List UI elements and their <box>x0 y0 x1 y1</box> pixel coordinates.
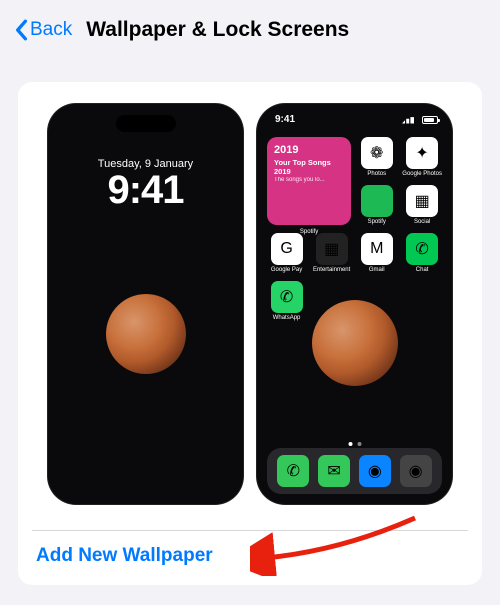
page-dots <box>348 442 361 446</box>
app-label: WhatsApp <box>273 315 301 321</box>
safari-icon: ◉ <box>359 455 391 487</box>
google-pay-icon: G <box>271 233 303 265</box>
app-photos: ❁ Photos <box>357 137 396 177</box>
spotify-icon <box>361 185 393 217</box>
chevron-left-icon <box>14 19 28 41</box>
camera-icon: ◉ <box>400 455 432 487</box>
widget-app-label: Spotify <box>300 229 318 235</box>
app-label: Chat <box>416 267 429 273</box>
app-google-pay: G Google Pay <box>267 233 306 273</box>
app-label: Google Photos <box>402 171 442 177</box>
app-whatsapp: ✆ WhatsApp <box>267 281 306 321</box>
signal-icon <box>402 116 414 124</box>
dynamic-island <box>116 115 176 132</box>
chat-icon: ✆ <box>406 233 438 265</box>
widget-title: Your Top Songs 2019 <box>274 158 344 176</box>
app-label: Social <box>414 219 430 225</box>
app-google-photos: ✦ Google Photos <box>402 137 442 177</box>
app-social: ▦ Social <box>402 185 442 225</box>
add-new-wallpaper-button[interactable]: Add New Wallpaper <box>32 531 468 567</box>
entertainment-folder-icon: ▦ <box>316 233 348 265</box>
home-screen-preview[interactable]: 9:41 2019 Your Top Songs 2019 The songs … <box>257 104 452 504</box>
app-label: Spotify <box>368 219 386 225</box>
widget-subtitle: The songs you lo... <box>274 177 344 183</box>
app-entertainment: ▦ Entertainment <box>312 233 351 273</box>
app-label: Entertainment <box>313 267 350 273</box>
app-gmail: M Gmail <box>357 233 396 273</box>
dock: ✆ ✉ ◉ ◉ <box>267 448 442 494</box>
wallpaper-card: Tuesday, 9 January 9:41 9:41 2019 Your T… <box>18 82 482 585</box>
social-folder-icon: ▦ <box>406 185 438 217</box>
app-label: Gmail <box>369 267 385 273</box>
home-grid: 2019 Your Top Songs 2019 The songs you l… <box>257 125 452 321</box>
battery-icon <box>422 116 438 124</box>
gmail-icon: M <box>361 233 393 265</box>
back-button[interactable]: Back <box>14 19 72 41</box>
messages-icon: ✉ <box>318 455 350 487</box>
photos-icon: ❁ <box>361 137 393 169</box>
app-label: Google Pay <box>271 267 302 273</box>
google-photos-icon: ✦ <box>406 137 438 169</box>
page-title: Wallpaper & Lock Screens <box>86 18 349 42</box>
lock-time: 9:41 <box>48 168 243 213</box>
spotify-widget: 2019 Your Top Songs 2019 The songs you l… <box>267 137 351 225</box>
app-label: Photos <box>367 171 386 177</box>
widget-year: 2019 <box>274 144 344 156</box>
phone-icon: ✆ <box>277 455 309 487</box>
moon-wallpaper <box>106 294 186 374</box>
wallpaper-previews: Tuesday, 9 January 9:41 9:41 2019 Your T… <box>32 104 468 504</box>
back-label: Back <box>30 19 72 41</box>
whatsapp-icon: ✆ <box>271 281 303 313</box>
lock-screen-preview[interactable]: Tuesday, 9 January 9:41 <box>48 104 243 504</box>
app-chat: ✆ Chat <box>402 233 442 273</box>
app-spotify: Spotify <box>357 185 396 225</box>
status-bar: 9:41 <box>257 104 452 125</box>
status-time: 9:41 <box>275 114 295 125</box>
header: Back Wallpaper & Lock Screens <box>0 0 500 50</box>
